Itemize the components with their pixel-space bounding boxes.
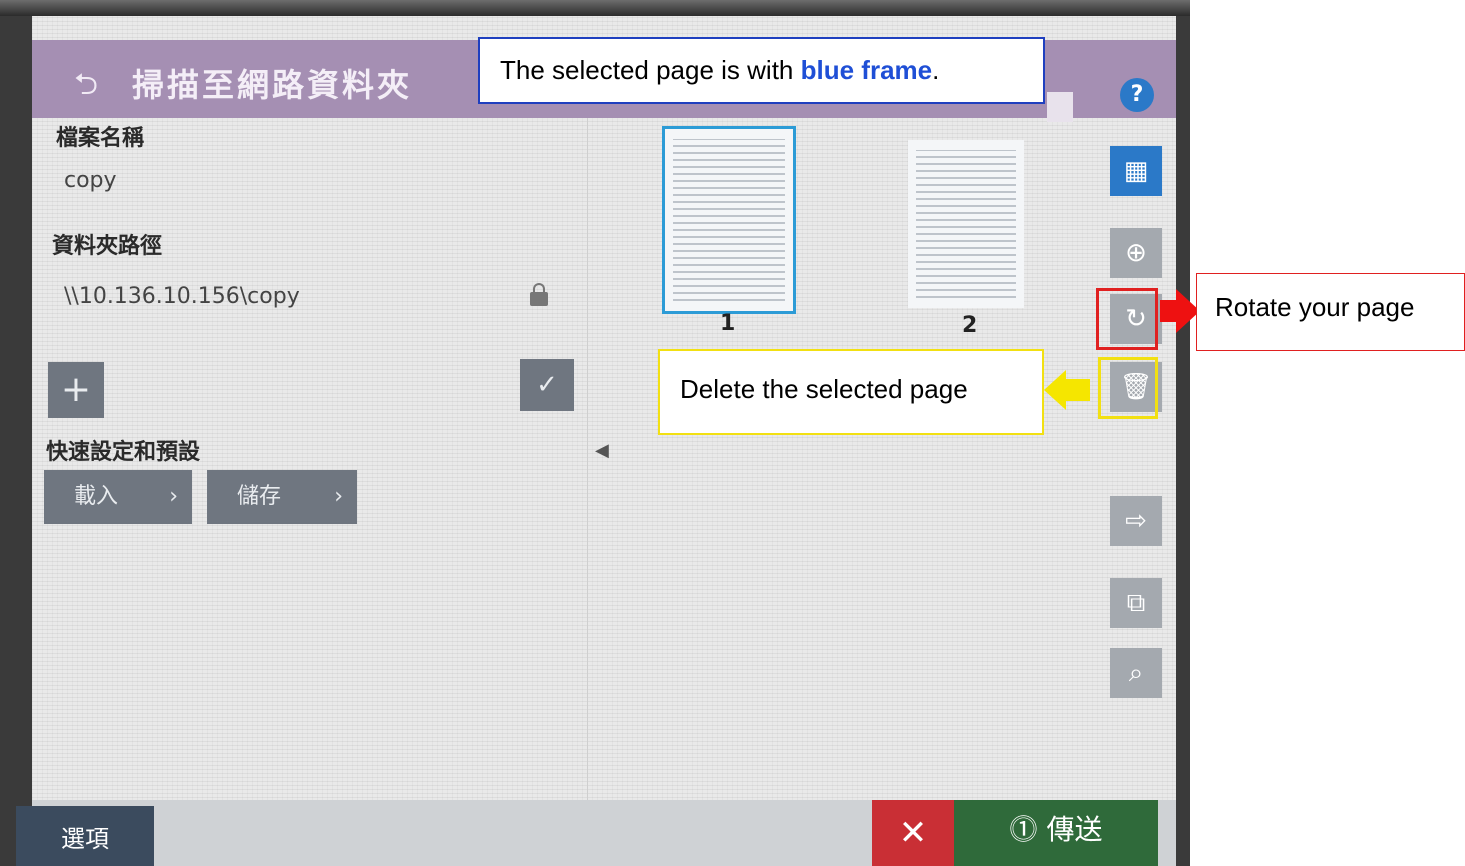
plus-icon: + bbox=[60, 369, 92, 410]
back-arrow-icon[interactable]: ⮌ bbox=[74, 62, 98, 113]
copy-page-button[interactable]: ⧉ bbox=[1110, 578, 1162, 628]
page-thumbnail[interactable] bbox=[662, 126, 796, 314]
check-icon: ✓ bbox=[536, 370, 558, 400]
preview-icon: ⌕ bbox=[1128, 658, 1144, 688]
page-content-preview bbox=[916, 150, 1016, 298]
add-path-button[interactable]: + bbox=[48, 362, 104, 418]
file-name-field[interactable]: copy bbox=[64, 168, 117, 193]
load-label: 載入 bbox=[74, 484, 119, 509]
send-label: 傳送 bbox=[1046, 813, 1103, 846]
rotate-callout: Rotate your page bbox=[1196, 273, 1465, 351]
save-label: 儲存 bbox=[237, 484, 282, 509]
start-icon: ⓵ bbox=[1009, 813, 1038, 846]
grid-view-icon: ▦ bbox=[1123, 156, 1149, 186]
save-button[interactable]: 儲存 › bbox=[207, 470, 357, 524]
callout-highlight: blue frame bbox=[800, 55, 933, 85]
check-button[interactable]: ✓ bbox=[520, 359, 574, 411]
preview-button[interactable]: ⌕ bbox=[1110, 648, 1162, 698]
page-content-preview bbox=[673, 139, 785, 301]
move-page-button[interactable]: ⇨ bbox=[1110, 496, 1162, 546]
panel-divider bbox=[587, 118, 588, 818]
page-title: 掃描至網路資料夾 bbox=[132, 66, 413, 104]
callout-text: The selected page is with bbox=[500, 55, 801, 85]
send-button[interactable]: ⓵ 傳送 bbox=[954, 800, 1158, 866]
folder-path-field[interactable]: \\10.136.10.156\copy bbox=[64, 284, 300, 309]
delete-callout: Delete the selected page bbox=[658, 349, 1044, 435]
lock-icon bbox=[530, 283, 548, 306]
page-number: 2 bbox=[962, 313, 978, 338]
grid-view-button[interactable]: ▦ bbox=[1110, 146, 1162, 196]
callout-suffix: . bbox=[932, 55, 940, 85]
collapse-panel-icon[interactable]: ◀ bbox=[595, 440, 609, 461]
close-icon: ✕ bbox=[898, 813, 928, 853]
options-button[interactable]: 選項 bbox=[16, 806, 154, 866]
device-bezel bbox=[0, 0, 1190, 16]
printer-screen: ⮌ 掃描至網路資料夾 ? 檔案名稱 copy 資料夾路徑 \\10.136.10… bbox=[32, 16, 1176, 866]
cancel-button[interactable]: ✕ bbox=[872, 800, 954, 866]
delete-highlight-box bbox=[1098, 357, 1158, 419]
quick-sets-label: 快速設定和預設 bbox=[46, 440, 201, 465]
file-name-label: 檔案名稱 bbox=[56, 126, 145, 151]
page-number: 1 bbox=[720, 311, 736, 336]
chevron-right-icon: › bbox=[334, 484, 343, 509]
selected-page-callout: The selected page is with blue frame. bbox=[478, 37, 1045, 104]
zoom-in-button[interactable]: ⊕ bbox=[1110, 228, 1162, 278]
folder-path-label: 資料夾路徑 bbox=[52, 234, 163, 259]
page-thumbnail[interactable] bbox=[908, 140, 1024, 308]
help-icon[interactable]: ? bbox=[1120, 78, 1154, 112]
copy-page-icon: ⧉ bbox=[1126, 588, 1146, 618]
rotate-highlight-box bbox=[1096, 288, 1158, 350]
move-page-icon: ⇨ bbox=[1125, 506, 1147, 536]
zoom-in-icon: ⊕ bbox=[1125, 238, 1147, 268]
document-icon bbox=[1047, 92, 1073, 122]
load-button[interactable]: 載入 › bbox=[44, 470, 192, 524]
chevron-right-icon: › bbox=[169, 484, 178, 509]
